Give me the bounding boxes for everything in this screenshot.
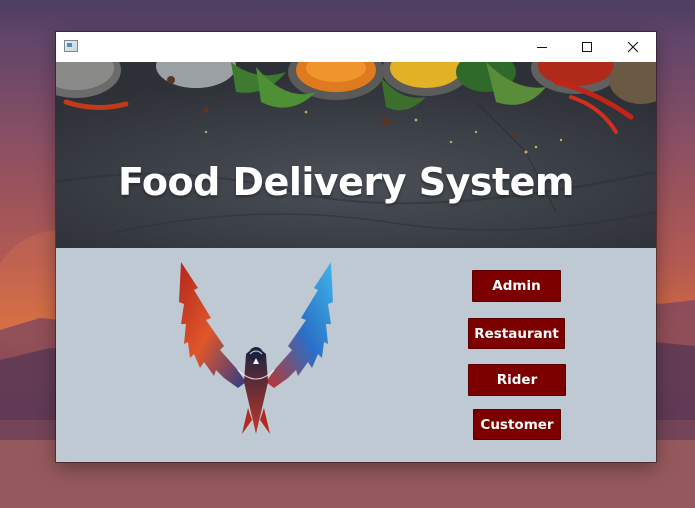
phoenix-logo-icon (179, 262, 333, 434)
close-icon (627, 41, 639, 53)
rider-button[interactable]: Rider (468, 364, 566, 396)
restaurant-button[interactable]: Restaurant (468, 318, 565, 349)
minimize-icon (537, 47, 547, 48)
title-bar[interactable] (56, 32, 656, 62)
admin-button[interactable]: Admin (472, 270, 561, 302)
header-banner: Food Delivery System (56, 62, 656, 248)
maximize-icon (582, 42, 592, 52)
minimize-button[interactable] (519, 32, 565, 62)
customer-button[interactable]: Customer (473, 409, 561, 440)
maximize-button[interactable] (564, 32, 610, 62)
close-button[interactable] (610, 32, 656, 62)
page-title: Food Delivery System (117, 160, 575, 204)
app-icon (64, 40, 78, 52)
spices-banner-image (56, 62, 656, 233)
app-window: Food Delivery System Admin Restaurant Ri… (56, 32, 656, 462)
